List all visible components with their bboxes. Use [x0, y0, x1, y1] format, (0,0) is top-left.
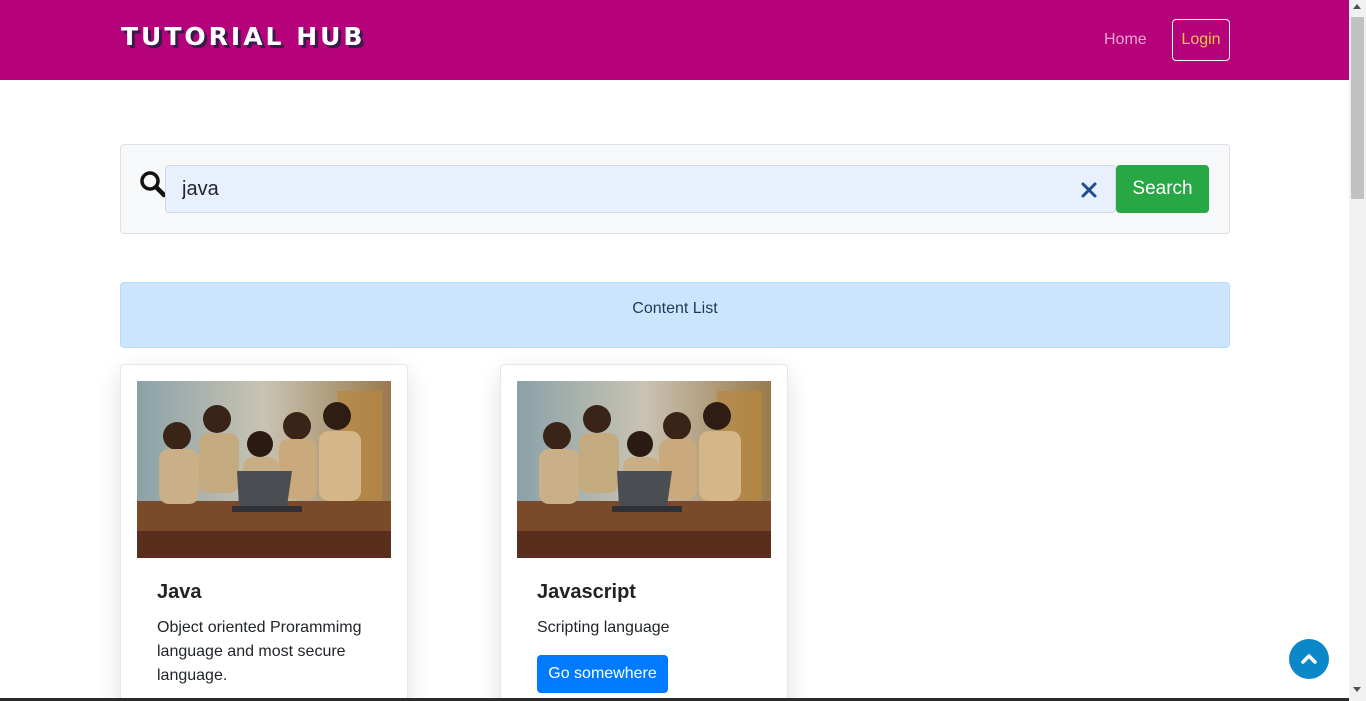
card-image — [137, 381, 391, 558]
login-button[interactable]: Login — [1172, 19, 1230, 61]
close-icon[interactable] — [1080, 181, 1098, 199]
navbar: TUTORIAL HUB Home Login — [0, 0, 1349, 80]
search-icon — [140, 171, 167, 198]
course-card-javascript: Javascript Scripting language Go somewhe… — [500, 364, 788, 701]
scroll-thumb[interactable] — [1351, 17, 1364, 199]
scroll-down-arrow-icon[interactable] — [1353, 687, 1361, 692]
content-list-banner: Content List — [120, 282, 1230, 348]
content-list-label: Content List — [632, 300, 718, 317]
brand-logo[interactable]: TUTORIAL HUB — [121, 22, 365, 51]
search-input[interactable] — [165, 165, 1116, 213]
chevron-up-icon — [1301, 654, 1317, 664]
card-text: Scripting language — [537, 619, 670, 636]
page: TUTORIAL HUB Home Login Search Content L… — [0, 0, 1366, 701]
search-button[interactable]: Search — [1116, 165, 1209, 213]
scroll-up-arrow-icon[interactable] — [1353, 4, 1361, 9]
back-to-top-button[interactable] — [1289, 639, 1329, 679]
card-title: Java — [157, 581, 202, 603]
course-card-java: Java Object oriented Prorammimg language… — [120, 364, 408, 701]
card-image — [517, 381, 771, 558]
card-title: Javascript — [537, 581, 636, 603]
go-somewhere-button[interactable]: Go somewhere — [537, 655, 668, 693]
nav-home-link[interactable]: Home — [1104, 31, 1147, 49]
card-text: Object oriented Prorammimg language and … — [157, 619, 362, 684]
page-scrollbar[interactable] — [1349, 0, 1366, 701]
